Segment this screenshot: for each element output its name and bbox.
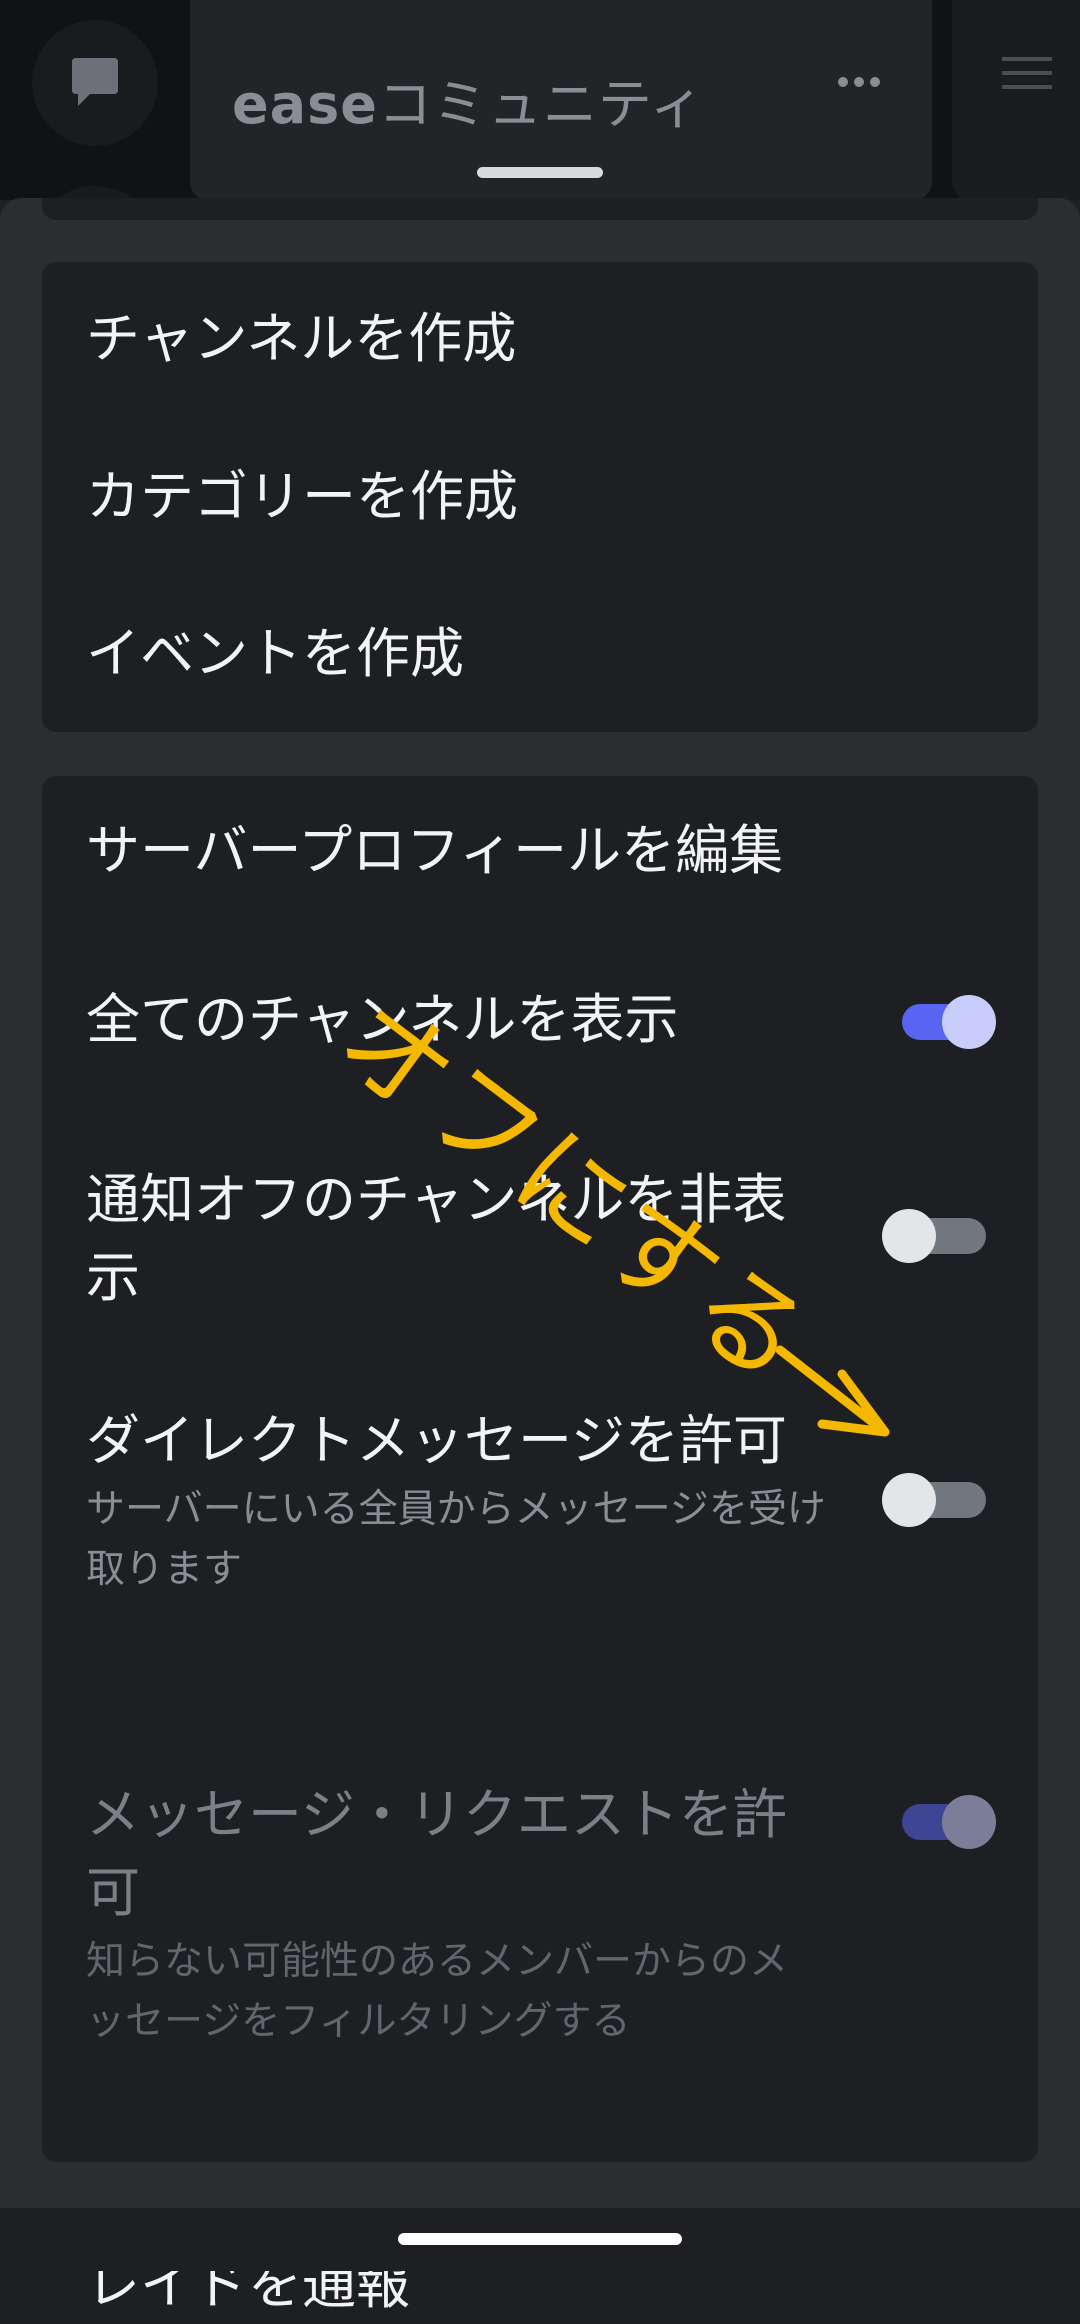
allow-message-requests-toggle[interactable]: [902, 1790, 1002, 1850]
toggle-knob: [942, 1795, 996, 1849]
hide-muted-channels-label: 通知オフのチャンネルを非表示: [86, 1168, 787, 1309]
home-indicator[interactable]: [398, 2233, 682, 2245]
hamburger-icon[interactable]: [1002, 56, 1052, 90]
allow-dm-item[interactable]: ダイレクトメッセージを許可 サーバーにいる全員からメッセージを受け取ります: [86, 1402, 994, 1600]
edit-server-profile-item[interactable]: サーバープロフィールを編集: [86, 812, 994, 890]
create-channel-label: チャンネルを作成: [86, 307, 517, 370]
allow-dm-label: ダイレクトメッセージを許可: [86, 1409, 787, 1472]
allow-message-requests-label: メッセージ・リクエストを許可: [86, 1783, 787, 1924]
toggle-knob: [882, 1209, 936, 1263]
server-name-jp: コミュニティ: [377, 73, 705, 136]
toggle-knob: [942, 995, 996, 1049]
create-options-card: チャンネルを作成 カテゴリーを作成 イベントを作成: [42, 262, 1038, 732]
server-settings-card: サーバープロフィールを編集 全てのチャンネルを表示 通知オフのチャンネルを非表示…: [42, 776, 1038, 2316]
show-all-channels-label: 全てのチャンネルを表示: [86, 988, 679, 1051]
toggle-knob: [882, 1473, 936, 1527]
hide-muted-channels-item[interactable]: 通知オフのチャンネルを非表示: [86, 1161, 994, 1317]
create-category-item[interactable]: カテゴリーを作成: [86, 458, 994, 536]
chat-bubble-icon: [72, 58, 118, 106]
allow-message-requests-description: 知らない可能性のあるメンバーからのメッセージをフィルタリングする: [86, 1939, 789, 2044]
show-all-channels-toggle[interactable]: [902, 990, 1002, 1050]
members-panel-edge: [952, 0, 1080, 200]
create-category-label: カテゴリーを作成: [86, 465, 518, 528]
allow-dm-toggle[interactable]: [882, 1468, 986, 1528]
more-dots-icon[interactable]: [836, 70, 882, 94]
sheet-drag-handle[interactable]: [477, 167, 603, 178]
create-event-item[interactable]: イベントを作成: [86, 615, 994, 693]
hide-muted-channels-toggle[interactable]: [882, 1204, 986, 1264]
server-name-latin: ease: [232, 73, 378, 136]
create-channel-item[interactable]: チャンネルを作成: [86, 300, 994, 378]
edit-server-profile-label: サーバープロフィールを編集: [86, 819, 784, 882]
server-name[interactable]: easeコミュニティ: [232, 60, 705, 139]
allow-dm-description: サーバーにいる全員からメッセージを受け取ります: [86, 1487, 826, 1592]
show-all-channels-item[interactable]: 全てのチャンネルを表示: [86, 981, 994, 1059]
allow-message-requests-item[interactable]: メッセージ・リクエストを許可 知らない可能性のあるメンバーからのメッセージをフィ…: [86, 1776, 994, 2052]
previous-card-edge: [42, 198, 1038, 220]
server-menu-sheet: チャンネルを作成 カテゴリーを作成 イベントを作成 サーバープロフィールを編集 …: [0, 198, 1080, 2316]
create-event-label: イベントを作成: [86, 622, 464, 685]
